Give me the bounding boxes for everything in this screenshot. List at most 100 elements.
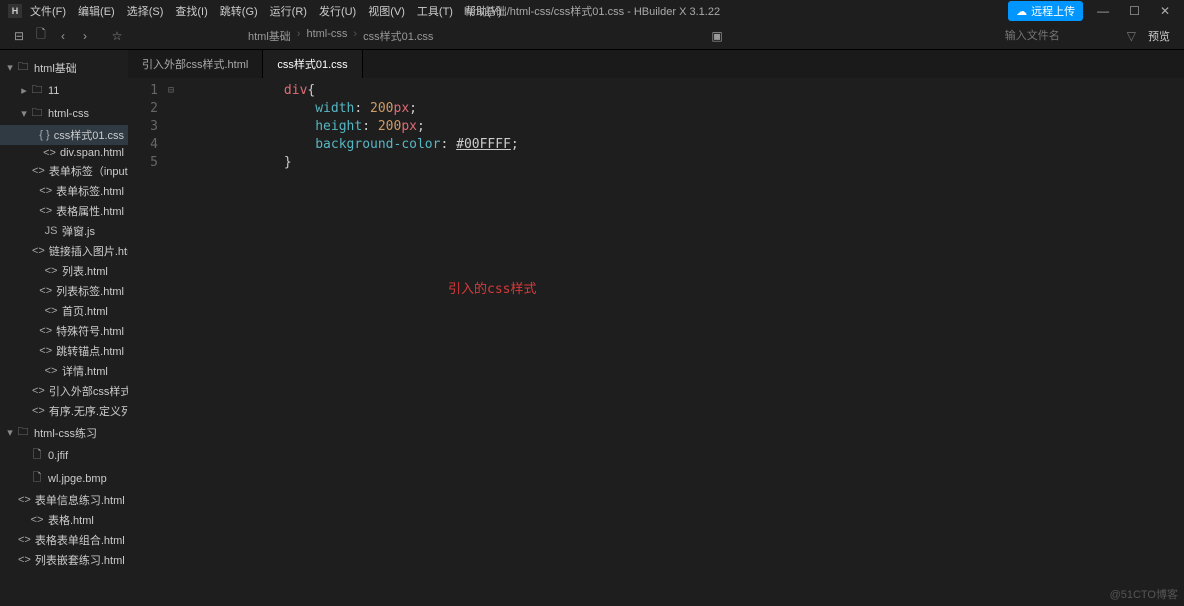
menu-item[interactable]: 工具(T): [411, 2, 459, 20]
terminal-icon[interactable]: ▣: [706, 29, 728, 43]
tree-item[interactable]: <>表单信息练习.html: [0, 490, 128, 510]
code-icon: <>: [32, 385, 45, 397]
file-icon: 🗋: [30, 446, 44, 465]
tree-label: html基础: [34, 60, 77, 76]
code-icon: <>: [30, 514, 44, 526]
code-icon: <>: [32, 405, 45, 417]
tree-item[interactable]: JS 弹窗.js: [0, 221, 128, 241]
tree-item[interactable]: <> 跳转锚点.html: [0, 341, 128, 361]
tree-item[interactable]: ▾🗀html-css练习: [0, 421, 128, 444]
fold-column: ⊟: [168, 78, 182, 606]
tree-label: 0.jfif: [48, 450, 68, 462]
menu-item[interactable]: 文件(F): [24, 2, 72, 20]
watermark: @51CTO博客: [1110, 586, 1178, 602]
tree-label: 11: [48, 85, 59, 97]
window-title: html基础/html-css/css样式01.css - HBuilder X…: [464, 3, 720, 19]
tree-label: html-css: [48, 108, 89, 120]
tree-item[interactable]: <>列表嵌套练习.html: [0, 550, 128, 570]
tree-label: wl.jpge.bmp: [48, 473, 107, 485]
toolbar: ⊟ 🗋 ‹ › ☆ html基础›html-css›css样式01.css ▣ …: [0, 22, 1184, 50]
tree-label: 表格表单组合.html: [35, 532, 125, 548]
funnel-icon[interactable]: ▽: [1121, 29, 1142, 43]
overlay-annotation: 引入的css样式: [448, 278, 536, 297]
file-explorer: ▾🗀html基础▸🗀11▾🗀html-css{ }css样式01.css<>di…: [0, 50, 128, 606]
upload-button[interactable]: ☁ 远程上传: [1008, 1, 1083, 21]
save-icon[interactable]: 🗋: [30, 25, 52, 46]
breadcrumb-item[interactable]: html-css: [306, 28, 347, 44]
app-icon: H: [8, 4, 22, 18]
css-icon: { }: [39, 129, 49, 141]
editor-tab[interactable]: css样式01.css: [263, 50, 362, 78]
code-content: div{ width: 200px; height: 200px; backgr…: [182, 78, 519, 606]
tree-label: 表格属性.html: [56, 203, 124, 219]
folder-icon: 🗀: [30, 104, 44, 123]
maximize-button[interactable]: ☐: [1123, 4, 1146, 18]
menu-item[interactable]: 运行(R): [264, 2, 313, 20]
tree-item[interactable]: <> 链接插入图片.html: [0, 241, 128, 261]
line-gutter: 12345: [128, 78, 168, 606]
chevron-icon: ▾: [18, 107, 30, 120]
filter-input[interactable]: [1001, 28, 1121, 44]
star-icon[interactable]: ☆: [106, 29, 128, 43]
tree-label: 跳转锚点.html: [56, 343, 124, 359]
tree-label: 弹窗.js: [62, 223, 95, 239]
file-icon: 🗋: [30, 469, 44, 488]
folder-icon: 🗀: [16, 58, 30, 77]
tree-item[interactable]: <>列表标签.html: [0, 281, 128, 301]
cloud-icon: ☁: [1016, 5, 1027, 18]
menu-item[interactable]: 编辑(E): [72, 2, 121, 20]
tree-item[interactable]: ▸🗀11: [0, 79, 128, 102]
collapse-icon[interactable]: ⊟: [8, 29, 30, 43]
chevron-icon: ▾: [4, 61, 16, 74]
tree-item[interactable]: <>首页.html: [0, 301, 128, 321]
js-icon: JS: [44, 225, 58, 237]
tree-label: 表单标签.html: [56, 183, 124, 199]
code-icon: <>: [39, 345, 52, 357]
tree-item[interactable]: <>表格.html: [0, 510, 128, 530]
breadcrumb-item[interactable]: html基础: [248, 28, 291, 44]
tree-item[interactable]: <>表格属性.html: [0, 201, 128, 221]
tree-label: html-css练习: [34, 425, 97, 441]
forward-button[interactable]: ›: [74, 29, 96, 43]
tree-item[interactable]: <>div.span.html: [0, 145, 128, 161]
preview-button[interactable]: 预览: [1142, 28, 1176, 44]
code-icon: <>: [39, 185, 52, 197]
tree-item[interactable]: 🗋 wl.jpge.bmp: [0, 467, 128, 490]
menu-item[interactable]: 查找(I): [169, 2, 213, 20]
tree-item[interactable]: <>特殊符号.html: [0, 321, 128, 341]
tree-item[interactable]: ▾🗀html基础: [0, 56, 128, 79]
code-editor[interactable]: 12345 ⊟ div{ width: 200px; height: 200px…: [128, 78, 1184, 606]
tree-label: 详情.html: [62, 363, 108, 379]
tree-label: 有序.无序.定义列...: [49, 403, 128, 419]
tree-item[interactable]: <>列表.html: [0, 261, 128, 281]
tree-item[interactable]: <> 表单标签.html: [0, 181, 128, 201]
code-icon: <>: [32, 245, 45, 257]
chevron-icon: ▾: [4, 426, 16, 439]
menu-item[interactable]: 选择(S): [121, 2, 170, 20]
tree-item[interactable]: ▾🗀 html-css: [0, 102, 128, 125]
close-button[interactable]: ✕: [1154, 4, 1176, 18]
back-button[interactable]: ‹: [52, 29, 74, 43]
tree-label: 列表.html: [62, 263, 108, 279]
code-icon: <>: [44, 365, 58, 377]
code-icon: <>: [18, 494, 31, 506]
tree-item[interactable]: { }css样式01.css: [0, 125, 128, 145]
tree-item[interactable]: 🗋 0.jfif: [0, 444, 128, 467]
breadcrumb-item[interactable]: css样式01.css: [363, 28, 433, 44]
tree-item[interactable]: <>表格表单组合.html: [0, 530, 128, 550]
menu-item[interactable]: 跳转(G): [214, 2, 264, 20]
tree-item[interactable]: <>表单标签（input...: [0, 161, 128, 181]
tab-bar: 引入外部css样式.htmlcss样式01.css: [128, 50, 1184, 78]
menu-item[interactable]: 发行(U): [313, 2, 362, 20]
tree-item[interactable]: <>引入外部css样式....: [0, 381, 128, 401]
code-icon: <>: [44, 305, 58, 317]
tree-label: 链接插入图片.html: [49, 243, 128, 259]
tree-item[interactable]: <> 详情.html: [0, 361, 128, 381]
tree-label: 特殊符号.html: [56, 323, 124, 339]
menu-item[interactable]: 视图(V): [362, 2, 411, 20]
tree-label: 列表标签.html: [56, 283, 124, 299]
tree-label: 表单标签（input...: [49, 163, 128, 179]
tree-item[interactable]: <> 有序.无序.定义列...: [0, 401, 128, 421]
minimize-button[interactable]: —: [1091, 4, 1115, 18]
editor-tab[interactable]: 引入外部css样式.html: [128, 50, 263, 78]
